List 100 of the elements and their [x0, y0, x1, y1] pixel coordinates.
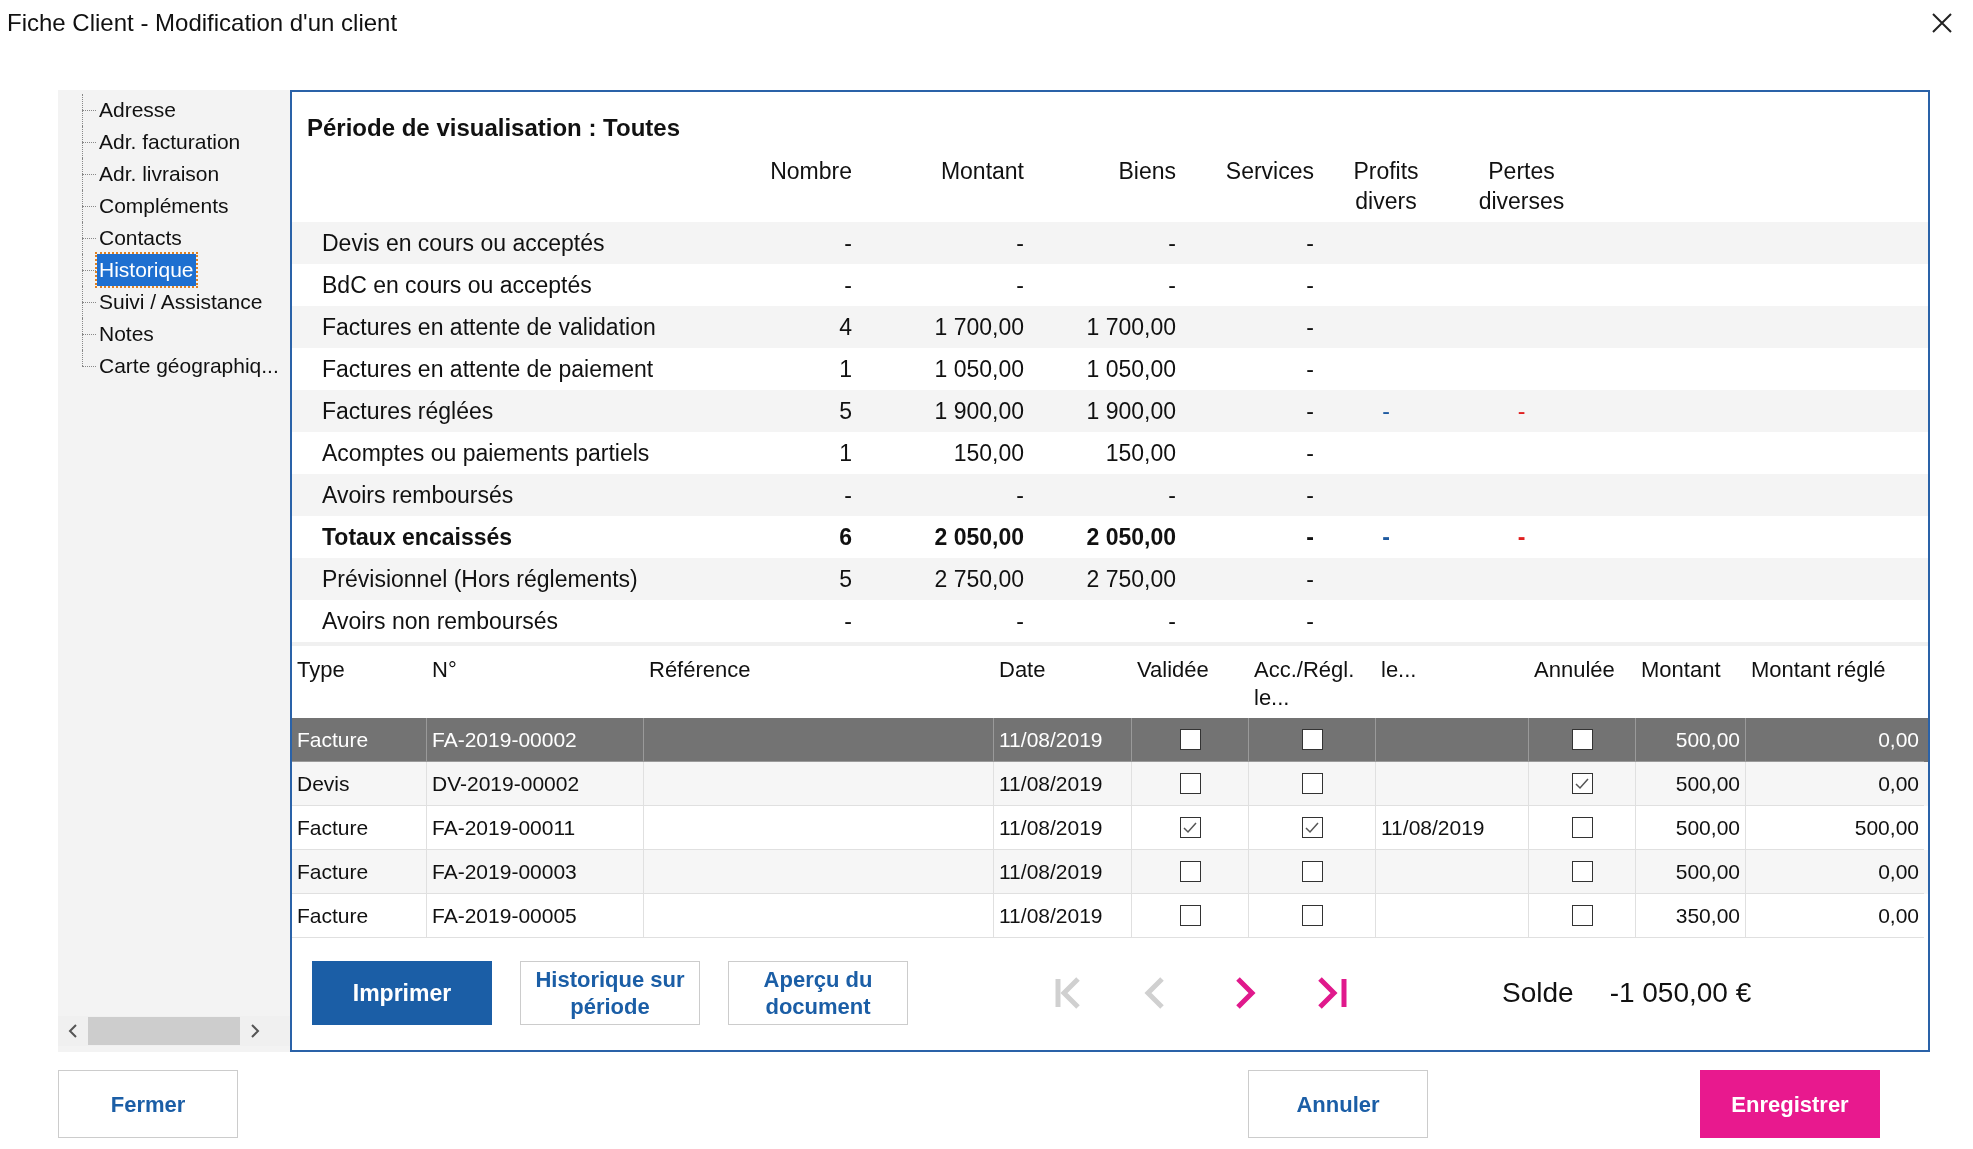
- cancel-button[interactable]: Annuler: [1248, 1070, 1428, 1138]
- column-header: Validée: [1137, 656, 1209, 684]
- table-cell-text: 11/08/2019: [999, 858, 1103, 885]
- table-cell-text: Facture: [297, 814, 369, 841]
- table-cell: -: [844, 481, 852, 508]
- row-label: Prévisionnel (Hors réglements): [322, 565, 638, 592]
- table-cell-text: FA-2019-00011: [432, 814, 576, 841]
- table-cell: -: [844, 229, 852, 256]
- table-cell: -: [1016, 481, 1024, 508]
- table-cell: -: [1016, 229, 1024, 256]
- table-cell: 6: [839, 523, 852, 550]
- tree-item[interactable]: Carte géographiq...: [97, 350, 281, 382]
- table-cell: -: [1306, 355, 1314, 382]
- table-cell-text: 0,00: [1878, 726, 1919, 753]
- checkbox[interactable]: [1571, 729, 1593, 750]
- table-cell-text: DV-2019-00002: [432, 770, 580, 797]
- checkbox[interactable]: [1179, 817, 1201, 838]
- balance-value: -1 050,00 €: [1609, 976, 1752, 1010]
- tree-item[interactable]: Adr. facturation: [97, 126, 243, 158]
- table-cell: -: [1306, 229, 1314, 256]
- column-header: Montant: [1641, 656, 1721, 684]
- table-cell: -: [1168, 271, 1176, 298]
- table-cell: 1 900,00: [934, 397, 1024, 424]
- checkbox[interactable]: [1179, 905, 1201, 926]
- table-cell: 1 700,00: [1086, 313, 1176, 340]
- column-header: Nombre: [769, 157, 852, 186]
- table-cell: 1 700,00: [934, 313, 1024, 340]
- table-cell-text: 11/08/2019: [1381, 814, 1485, 841]
- table-cell-text: 11/08/2019: [999, 726, 1103, 753]
- tree-item[interactable]: Contacts: [97, 222, 184, 254]
- print-button[interactable]: Imprimer: [312, 961, 492, 1025]
- row-label: Factures en attente de paiement: [322, 355, 654, 382]
- save-button[interactable]: Enregistrer: [1700, 1070, 1880, 1138]
- table-cell-text: 11/08/2019: [999, 770, 1103, 797]
- checkbox[interactable]: [1571, 905, 1593, 926]
- table-cell: -: [1306, 271, 1314, 298]
- table-cell: 1 050,00: [1086, 355, 1176, 382]
- row-label: Avoirs remboursés: [322, 481, 514, 508]
- table-cell-text: FA-2019-00002: [432, 726, 577, 753]
- checkbox[interactable]: [1571, 817, 1593, 838]
- period-history-button[interactable]: Historique sur période: [520, 961, 700, 1025]
- checkbox[interactable]: [1301, 905, 1323, 926]
- table-cell-text: 500,00: [1675, 858, 1740, 885]
- table-cell: -: [1168, 607, 1176, 634]
- table-cell: -: [1517, 523, 1526, 550]
- table-cell-text: 500,00: [1675, 770, 1740, 797]
- column-header: Type: [297, 656, 345, 684]
- close-button[interactable]: Fermer: [58, 1070, 238, 1138]
- row-label: Acomptes ou paiements partiels: [322, 439, 650, 466]
- table-cell: -: [1382, 397, 1390, 424]
- table-cell: 2 750,00: [934, 565, 1024, 592]
- checkbox[interactable]: [1179, 773, 1201, 794]
- checkbox[interactable]: [1179, 729, 1201, 750]
- column-header: Montant réglé: [1751, 656, 1886, 684]
- checkbox[interactable]: [1301, 817, 1323, 838]
- table-cell: -: [1306, 481, 1314, 508]
- table-row[interactable]: Facture FA-2019-00002 11/08/2019 500,00 0,00: [292, 718, 1928, 762]
- table-cell: 2 050,00: [934, 523, 1024, 550]
- checkbox[interactable]: [1301, 729, 1323, 750]
- table-cell: -: [844, 271, 852, 298]
- tree-item[interactable]: Historique: [97, 254, 196, 286]
- table-cell-text: Devis: [297, 770, 350, 797]
- column-header: Services: [1224, 157, 1315, 186]
- section-title: Période de visualisation : Toutes: [307, 114, 680, 141]
- checkbox[interactable]: [1301, 773, 1323, 794]
- table-cell: -: [1016, 607, 1024, 634]
- row-label: Totaux encaissés: [322, 523, 513, 550]
- table-cell-text: 0,00: [1878, 770, 1919, 797]
- table-cell: 2 050,00: [1086, 523, 1176, 550]
- row-label: Devis en cours ou acceptés: [322, 229, 605, 256]
- tree-item[interactable]: Notes: [97, 318, 156, 350]
- table-cell: -: [1306, 607, 1314, 634]
- table-cell: -: [844, 607, 852, 634]
- checkbox[interactable]: [1571, 861, 1593, 882]
- close-icon[interactable]: [1931, 11, 1953, 34]
- table-cell: 5: [839, 397, 852, 424]
- column-header: Profits divers: [1352, 157, 1420, 216]
- table-cell: 1: [839, 439, 852, 466]
- table-cell: -: [1306, 439, 1314, 466]
- table-cell-text: 350,00: [1675, 902, 1740, 929]
- checkbox[interactable]: [1571, 773, 1593, 794]
- window-title: Fiche Client - Modification d'un client: [7, 7, 398, 38]
- checkbox[interactable]: [1179, 861, 1201, 882]
- column-header: Biens: [1117, 157, 1176, 186]
- table-cell: 1: [839, 355, 852, 382]
- tree-item[interactable]: Adr. livraison: [97, 158, 222, 190]
- table-row[interactable]: Facture FA-2019-00003 11/08/2019 500,00 0,00: [292, 850, 1928, 894]
- tree-item[interactable]: Suivi / Assistance: [97, 286, 265, 318]
- table-cell: 150,00: [953, 439, 1024, 466]
- row-label: Factures en attente de validation: [322, 313, 656, 340]
- table-cell-text: FA-2019-00005: [432, 902, 577, 929]
- table-cell-text: 11/08/2019: [999, 902, 1103, 929]
- row-label: BdC en cours ou acceptés: [322, 271, 592, 298]
- tree-item[interactable]: Adresse: [97, 94, 179, 126]
- scrollbar-thumb[interactable]: [88, 1017, 240, 1045]
- tree-item[interactable]: Compléments: [97, 190, 231, 222]
- column-header: le...: [1381, 656, 1417, 684]
- checkbox[interactable]: [1301, 861, 1323, 882]
- table-row[interactable]: Devis DV-2019-00002 11/08/2019 500,00 0,00: [292, 762, 1928, 806]
- document-preview-button[interactable]: Aperçu du document: [728, 961, 908, 1025]
